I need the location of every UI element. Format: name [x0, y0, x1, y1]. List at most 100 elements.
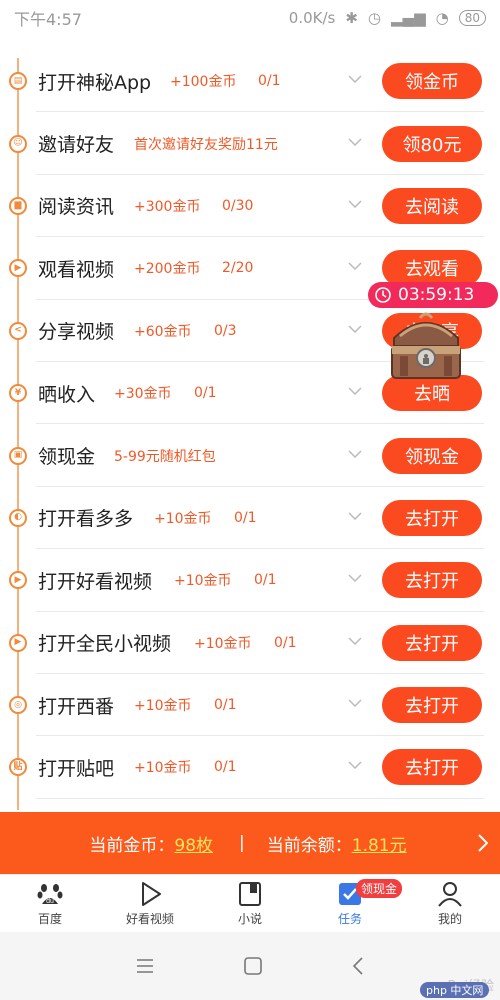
chevron-down-icon[interactable] — [348, 387, 362, 396]
chevron-down-icon[interactable] — [348, 574, 362, 583]
task-reward: +300金币 — [134, 198, 201, 215]
xifan-icon: ◎ — [9, 696, 27, 715]
nav-item-novel[interactable]: 小说 — [200, 875, 300, 932]
task-action-button[interactable]: 去打开 — [382, 499, 482, 536]
task-reward: +60金币 — [134, 323, 192, 340]
chevron-down-icon[interactable] — [348, 325, 362, 333]
play-icon: ▶ — [9, 259, 27, 278]
task-row: 贴 打开贴吧 +10金币 0/1 去打开 — [0, 736, 500, 800]
countdown-timer[interactable]: 03:59:13 — [368, 282, 498, 308]
task-row: ▆ 阅读资讯 +300金币 0/30 去阅读 — [0, 175, 500, 238]
task-reward: +10金币 — [194, 635, 252, 652]
task-reward: +10金币 — [134, 698, 192, 715]
coin-balance-bar[interactable]: 当前金币： 98枚 | 当前余额： 1.81元 — [0, 812, 500, 874]
chevron-down-icon[interactable] — [348, 200, 362, 208]
coins-value[interactable]: 98枚 — [174, 831, 213, 856]
treasure-chest-icon[interactable] — [386, 308, 466, 384]
timer-value: 03:59:13 — [398, 285, 475, 305]
nav-item-haokan[interactable]: 好看视频 — [100, 875, 200, 932]
chevron-down-icon[interactable] — [348, 450, 362, 458]
task-reward: +10金币 — [174, 573, 232, 590]
nav-label: 百度 — [37, 912, 62, 926]
tieba-icon: 贴 — [9, 758, 27, 777]
nav-label: 任务 — [337, 912, 362, 926]
lock-icon: ▣ — [9, 446, 27, 465]
clock-icon — [375, 287, 391, 303]
menu-icon[interactable] — [136, 959, 154, 973]
nav-badge: 领现金 — [356, 879, 403, 898]
play-icon: ▶ — [9, 571, 27, 590]
task-action-button[interactable]: 去观看 — [382, 250, 482, 287]
chevron-down-icon[interactable] — [348, 138, 362, 146]
alarm-icon: ◷ — [367, 9, 382, 27]
nav-item-baidu[interactable]: du 百度 — [0, 875, 100, 932]
task-progress: 0/30 — [222, 197, 254, 214]
task-progress: 0/1 — [214, 697, 237, 714]
task-reward: +30金币 — [114, 386, 172, 403]
task-title: 打开好看视频 — [38, 570, 153, 593]
task-row: ▣ 领现金 5-99元随机红包 领现金 — [0, 424, 500, 488]
task-title: 打开神秘App — [38, 71, 152, 94]
kanduoduo-icon: ◐ — [9, 508, 27, 527]
bottom-nav: du 百度 好看视频 小说 任务 领现金 我的 — [0, 874, 500, 932]
coins-label: 当前金币： — [89, 835, 175, 856]
signal-icon: ▂▄▆ — [391, 9, 426, 27]
task-progress: 0/1 — [274, 634, 297, 651]
chevron-down-icon[interactable] — [348, 637, 362, 645]
balance-label: 当前余额： — [266, 835, 352, 856]
task-progress: 0/1 — [214, 759, 237, 776]
task-title: 打开看多多 — [38, 508, 134, 531]
task-title: 邀请好友 — [38, 134, 115, 157]
chevron-down-icon[interactable] — [348, 761, 362, 770]
user-icon: ☺ — [9, 134, 27, 153]
play-icon: ▶ — [9, 633, 27, 652]
chevron-down-icon[interactable] — [348, 699, 362, 708]
baidu-paw-icon: du — [37, 884, 63, 905]
app-icon: ▤ — [9, 72, 27, 91]
status-bar: 下午4:57 0.0K/s ✱ ◷ ▂▄▆ ◔ 80 — [0, 0, 500, 36]
chevron-down-icon[interactable] — [348, 262, 362, 271]
task-action-button[interactable]: 去阅读 — [382, 187, 482, 224]
chevron-right-icon[interactable] — [478, 834, 488, 852]
status-time: 下午4:57 — [14, 10, 82, 29]
task-action-button[interactable]: 去打开 — [382, 749, 482, 786]
task-progress: 0/1 — [194, 385, 217, 402]
task-action-button[interactable]: 去打开 — [382, 562, 482, 599]
task-action-button[interactable]: 去打开 — [382, 687, 482, 724]
task-progress: 0/1 — [254, 572, 277, 589]
nav-label: 我的 — [437, 912, 462, 926]
task-action-button[interactable]: 领80元 — [382, 125, 482, 162]
task-reward: +10金币 — [154, 510, 212, 527]
task-action-button[interactable]: 去打开 — [382, 624, 482, 661]
chevron-down-icon[interactable] — [348, 75, 362, 84]
back-icon[interactable] — [352, 957, 364, 975]
task-reward: +200金币 — [134, 261, 201, 278]
task-title: 观看视频 — [38, 258, 115, 281]
profile-icon — [438, 882, 462, 907]
task-reward: +100金币 — [170, 74, 237, 91]
task-progress: 0/1 — [258, 73, 281, 90]
battery-icon: 80 — [458, 10, 486, 26]
task-title: 领现金 — [38, 446, 96, 469]
network-speed: 0.0K/s — [288, 9, 336, 27]
nav-label: 好看视频 — [125, 912, 174, 926]
task-row: ▤ 打开神秘App +100金币 0/1 领金币 — [0, 50, 500, 113]
task-progress: 0/3 — [214, 322, 237, 339]
home-icon[interactable] — [244, 957, 262, 975]
balance-value[interactable]: 1.81元 — [352, 831, 407, 856]
task-reward: +10金币 — [134, 760, 192, 777]
php-cn-watermark: php 中文网 — [420, 982, 490, 998]
share-icon: < — [9, 321, 27, 340]
task-action-button[interactable]: 领金币 — [382, 63, 482, 100]
nav-item-mine[interactable]: 我的 — [400, 875, 500, 932]
task-title: 晒收入 — [38, 383, 96, 406]
status-right: 0.0K/s ✱ ◷ ▂▄▆ ◔ 80 — [289, 9, 486, 27]
svg-text:du: du — [46, 898, 54, 905]
task-action-button[interactable]: 领现金 — [382, 437, 482, 474]
task-row: ▶ 打开全民小视频 +10金币 0/1 去打开 — [0, 612, 500, 675]
nav-item-task[interactable]: 任务 领现金 — [300, 875, 403, 932]
task-list: ▤ 打开神秘App +100金币 0/1 领金币 ☺ 邀请好友 首次邀请好友奖励… — [0, 50, 500, 800]
yen-icon: ¥ — [9, 384, 27, 403]
book-icon — [239, 882, 261, 906]
chevron-down-icon[interactable] — [348, 512, 362, 520]
